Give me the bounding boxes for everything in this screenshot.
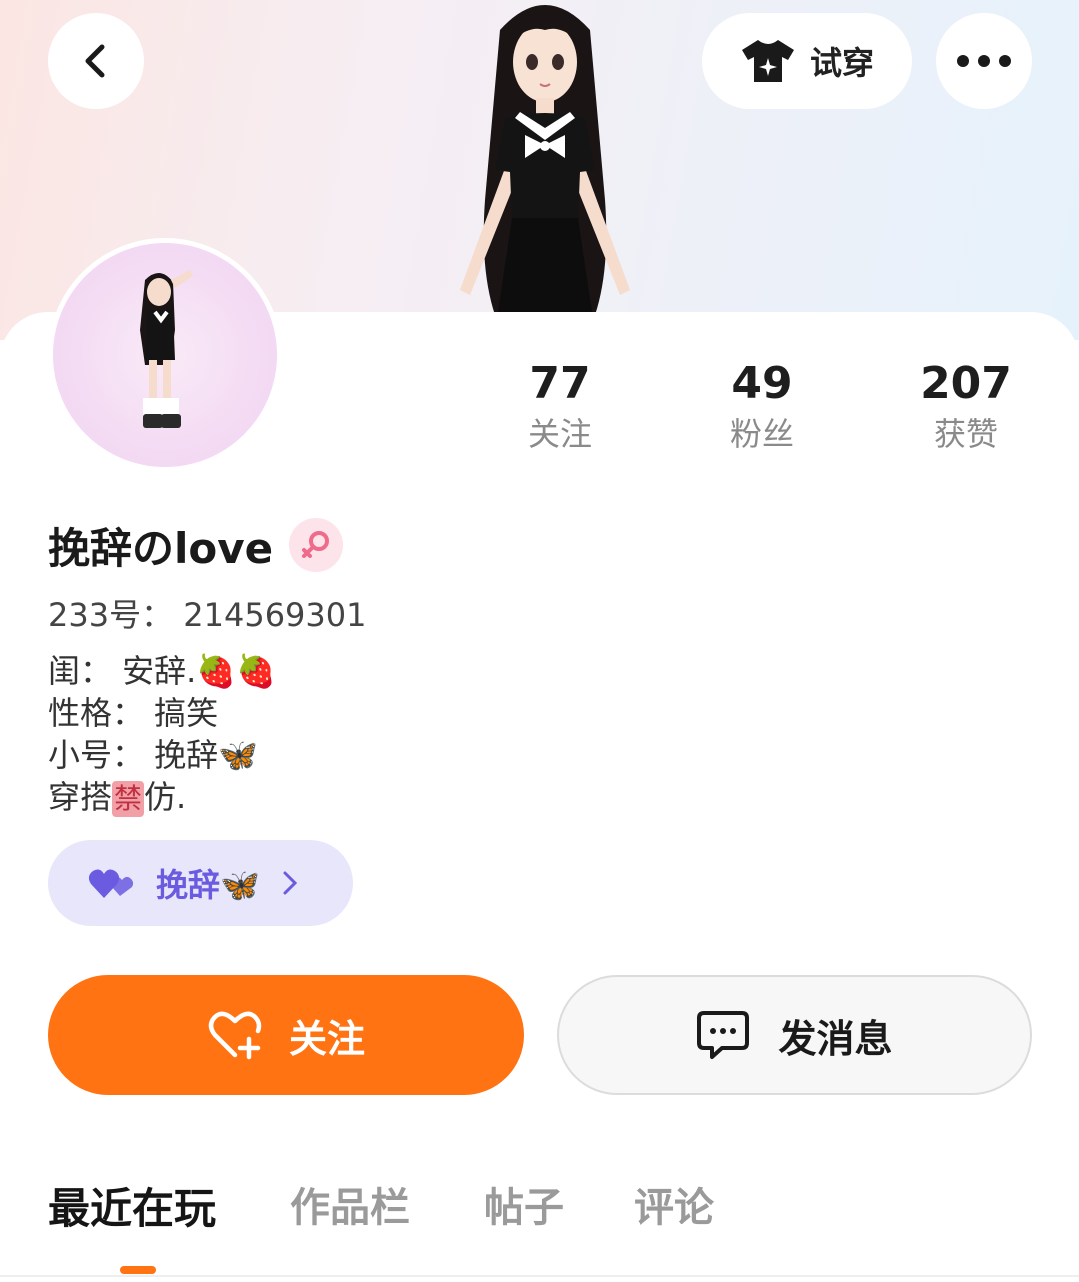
bio-line: 穿搭禁仿.: [48, 776, 276, 818]
more-dots-icon: [957, 55, 1011, 67]
forbidden-badge: 禁: [112, 781, 145, 817]
stat-likes[interactable]: 207 获赞: [886, 356, 1046, 456]
try-on-button[interactable]: 试穿: [702, 13, 912, 109]
try-on-label: 试穿: [809, 44, 874, 82]
chevron-right-icon: [283, 871, 297, 895]
tab-recently-played[interactable]: 最近在玩: [48, 1175, 216, 1236]
avatar-figure: [140, 270, 193, 428]
gender-badge: [289, 518, 344, 572]
more-button[interactable]: [936, 13, 1032, 109]
profile-stats: 77 关注 49 粉丝 207 获赞: [460, 356, 1060, 466]
bio-line: 闺： 安辞.🍓🍓: [48, 652, 277, 690]
avatar-3d-figure: [460, 5, 630, 315]
bio-text: 穿搭: [48, 778, 113, 816]
stat-following-label: 关注: [527, 415, 592, 453]
chevron-left-icon: [85, 44, 105, 78]
tshirt-icon: [741, 40, 794, 82]
divider: [0, 1275, 1079, 1277]
active-tab-indicator: [120, 1266, 156, 1274]
stat-fans[interactable]: 49 粉丝: [682, 356, 842, 456]
user-bio: 闺： 安辞.🍓🍓 性格： 搞笑 小号： 挽辞🦋 穿搭禁仿.: [48, 650, 276, 818]
bio-line: 性格： 搞笑: [48, 694, 219, 732]
name-row: 挽辞のlove: [48, 514, 344, 576]
stat-fans-value: 49: [731, 358, 793, 409]
stat-fans-label: 粉丝: [729, 415, 794, 453]
double-heart-icon: [88, 869, 134, 898]
partner-chip[interactable]: 挽辞🦋: [48, 840, 353, 926]
follow-label: 关注: [288, 1016, 365, 1061]
follow-button[interactable]: 关注: [48, 975, 524, 1095]
bio-line: 小号： 挽辞🦋: [48, 736, 259, 774]
bio-text: 仿.: [144, 778, 187, 816]
tab-comments[interactable]: 评论: [634, 1175, 714, 1233]
message-button[interactable]: 发消息: [557, 975, 1032, 1095]
female-icon: [302, 531, 330, 558]
chat-bubble-icon: [697, 1011, 750, 1059]
tab-posts[interactable]: 帖子: [484, 1175, 564, 1233]
avatar[interactable]: [48, 238, 282, 472]
stat-likes-label: 获赞: [933, 415, 998, 453]
tab-works[interactable]: 作品栏: [290, 1175, 410, 1233]
profile-tabs: 最近在玩 作品栏 帖子 评论: [0, 1175, 1079, 1282]
stat-following-value: 77: [529, 358, 591, 409]
message-label: 发消息: [778, 1016, 893, 1061]
stat-likes-value: 207: [920, 358, 1012, 409]
avatar-image: [53, 243, 277, 467]
partner-name: 挽辞🦋: [156, 866, 260, 904]
user-name: 挽辞のlove: [48, 523, 274, 573]
user-id: 233号： 214569301: [48, 596, 367, 634]
back-button[interactable]: [48, 13, 144, 109]
stat-following[interactable]: 77 关注: [480, 356, 640, 456]
heart-plus-icon: [208, 1011, 262, 1060]
